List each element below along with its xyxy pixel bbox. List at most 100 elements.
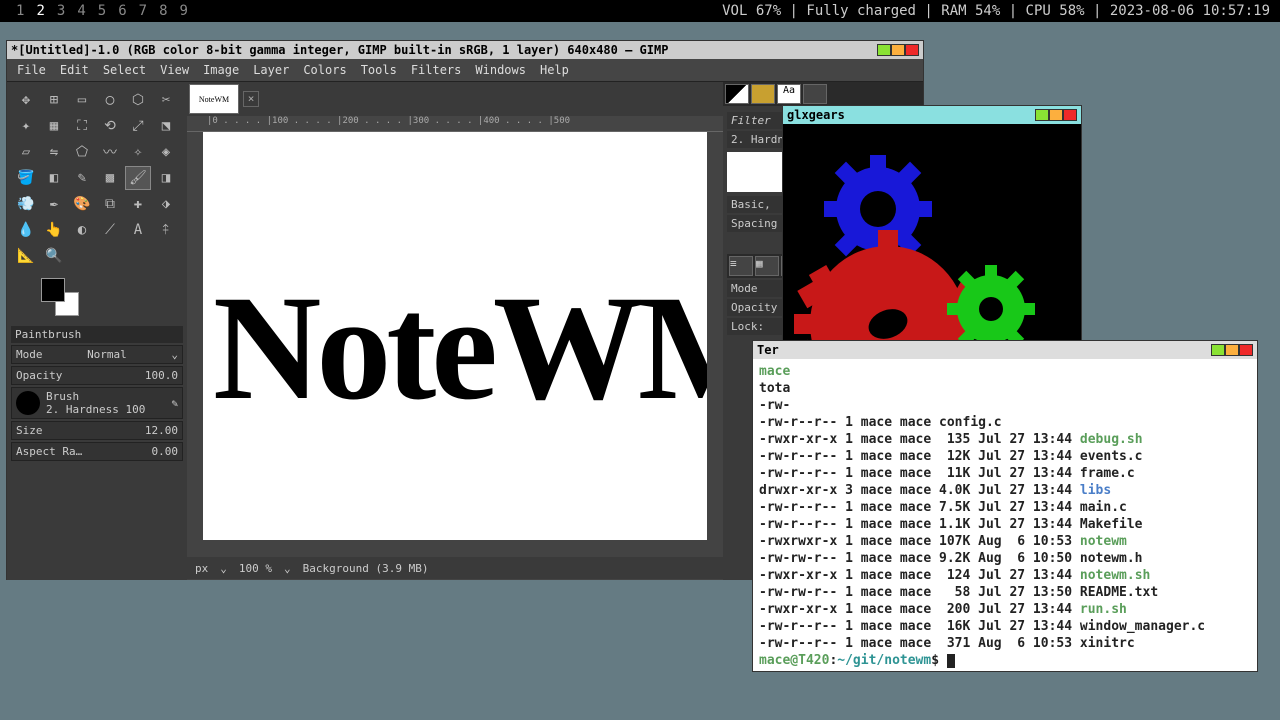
glxgears-titlebar[interactable]: glxgears (783, 106, 1081, 124)
close-button[interactable] (1239, 344, 1253, 356)
tool-color-picker[interactable]: ⤉ (153, 218, 179, 242)
close-button[interactable] (905, 44, 919, 56)
workspace-7[interactable]: 7 (133, 3, 153, 19)
tool-heal[interactable]: ✚ (125, 192, 151, 216)
menu-edit[interactable]: Edit (60, 63, 89, 77)
tool-perspective-clone[interactable]: ⬗ (153, 192, 179, 216)
menu-tools[interactable]: Tools (361, 63, 397, 77)
maximize-button[interactable] (1049, 109, 1063, 121)
tool-fuzzy-select[interactable]: ✦ (13, 114, 39, 138)
tool-zoom[interactable]: 🔍 (41, 244, 67, 268)
tool-rotate[interactable]: ⟲ (97, 114, 123, 138)
chevron-down-icon[interactable]: ⌄ (171, 348, 178, 361)
workspace-3[interactable]: 3 (51, 3, 71, 19)
minimize-button[interactable] (1211, 344, 1225, 356)
minimize-button[interactable] (1035, 109, 1049, 121)
gimp-canvas[interactable]: NoteWM (203, 132, 707, 540)
tool-airbrush[interactable]: 💨 (13, 192, 39, 216)
gimp-canvas-area: NoteWM × |0 . . . . |100 . . . . |200 . … (187, 82, 723, 580)
tool-bucket[interactable]: 🪣 (13, 166, 39, 190)
tool-align[interactable]: ⊞ (41, 88, 67, 112)
workspace-4[interactable]: 4 (71, 3, 91, 19)
menu-file[interactable]: File (17, 63, 46, 77)
chevron-down-icon[interactable]: ⌄ (220, 562, 227, 575)
status-unit[interactable]: px (195, 562, 208, 575)
menu-layer[interactable]: Layer (253, 63, 289, 77)
tool-move[interactable]: ✥ (13, 88, 39, 112)
tool-paths[interactable]: ⟋ (97, 218, 123, 242)
tool-scissors[interactable]: ✂ (153, 88, 179, 112)
tool-unified[interactable]: ◈ (153, 140, 179, 164)
tool-pattern[interactable]: ▩ (97, 166, 123, 190)
dock-tab-layers[interactable]: ≡ (729, 256, 753, 276)
brush-edit-icon[interactable]: ✎ (171, 397, 178, 410)
workspace-2[interactable]: 2 (30, 3, 50, 19)
workspace-9[interactable]: 9 (174, 3, 194, 19)
tool-blur[interactable]: 💧 (13, 218, 39, 242)
size-input[interactable] (128, 424, 178, 437)
menu-select[interactable]: Select (103, 63, 146, 77)
tool-rect-select[interactable]: ▭ (69, 88, 95, 112)
dock-tab-fonts[interactable]: Aa (777, 84, 801, 104)
brush-name: 2. Hardness 100 (46, 403, 171, 416)
dock-tab-patterns[interactable] (751, 84, 775, 104)
chevron-down-icon[interactable]: ⌄ (284, 562, 291, 575)
close-button[interactable] (1063, 109, 1077, 121)
status-bar: 1 2 3 4 5 6 7 8 9 VOL 67% | Fully charge… (0, 0, 1280, 22)
tool-handle[interactable]: ✧ (125, 140, 151, 164)
tool-smudge[interactable]: 👆 (41, 218, 67, 242)
tool-measure[interactable]: 📐 (13, 244, 39, 268)
tool-flip[interactable]: ⇋ (41, 140, 67, 164)
terminal-body[interactable]: mace tota -rw- -rw-r--r-- 1 mace mace co… (753, 359, 1257, 673)
tool-pencil[interactable]: ✎ (69, 166, 95, 190)
minimize-button[interactable] (877, 44, 891, 56)
tool-cage[interactable]: ⬠ (69, 140, 95, 164)
tool-mypaint[interactable]: 🎨 (69, 192, 95, 216)
dock-tab-history[interactable] (803, 84, 827, 104)
tool-ellipse-select[interactable]: ◯ (97, 88, 123, 112)
menu-windows[interactable]: Windows (475, 63, 526, 77)
aspect-input[interactable] (128, 445, 178, 458)
tool-crop[interactable]: ⛶ (69, 114, 95, 138)
terminal-title: Ter (757, 343, 779, 357)
workspace-6[interactable]: 6 (112, 3, 132, 19)
tool-gradient[interactable]: ◧ (41, 166, 67, 190)
tool-scale[interactable]: ⤢ (125, 114, 151, 138)
gimp-titlebar[interactable]: *[Untitled]-1.0 (RGB color 8-bit gamma i… (7, 41, 923, 59)
workspace-5[interactable]: 5 (92, 3, 112, 19)
terminal-titlebar[interactable]: Ter (753, 341, 1257, 359)
workspace-1[interactable]: 1 (10, 3, 30, 19)
tool-text[interactable]: A (125, 218, 151, 242)
brush-preview-icon[interactable] (16, 391, 40, 415)
menu-help[interactable]: Help (540, 63, 569, 77)
menu-image[interactable]: Image (203, 63, 239, 77)
tool-perspective[interactable]: ▱ (13, 140, 39, 164)
close-tab-icon[interactable]: × (243, 91, 259, 107)
tool-dodge[interactable]: ◐ (69, 218, 95, 242)
tool-ink[interactable]: ✒ (41, 192, 67, 216)
status-zoom[interactable]: 100 % (239, 562, 272, 575)
tool-eraser[interactable]: ◨ (153, 166, 179, 190)
menu-colors[interactable]: Colors (303, 63, 346, 77)
workspace-list: 1 2 3 4 5 6 7 8 9 (10, 3, 194, 19)
tool-paintbrush[interactable]: 🖌 (125, 166, 151, 190)
canvas-content: NoteWM (213, 262, 707, 434)
mode-value[interactable]: Normal (87, 348, 127, 361)
menu-view[interactable]: View (160, 63, 189, 77)
tool-free-select[interactable]: ⬡ (125, 88, 151, 112)
fg-color-swatch[interactable] (41, 278, 65, 302)
tool-warp[interactable]: 〰 (97, 140, 123, 164)
color-swatches[interactable] (41, 278, 81, 318)
menu-filters[interactable]: Filters (411, 63, 462, 77)
tool-shear[interactable]: ⬔ (153, 114, 179, 138)
dock-tab-channels[interactable]: ▦ (755, 256, 779, 276)
mode-label: Mode (16, 348, 43, 361)
workspace-8[interactable]: 8 (153, 3, 173, 19)
maximize-button[interactable] (1225, 344, 1239, 356)
maximize-button[interactable] (891, 44, 905, 56)
document-tab[interactable]: NoteWM (189, 84, 239, 114)
tool-by-color[interactable]: ▦ (41, 114, 67, 138)
tool-clone[interactable]: ⧉ (97, 192, 123, 216)
dock-tab-brushes[interactable] (725, 84, 749, 104)
opacity-input[interactable] (128, 369, 178, 382)
